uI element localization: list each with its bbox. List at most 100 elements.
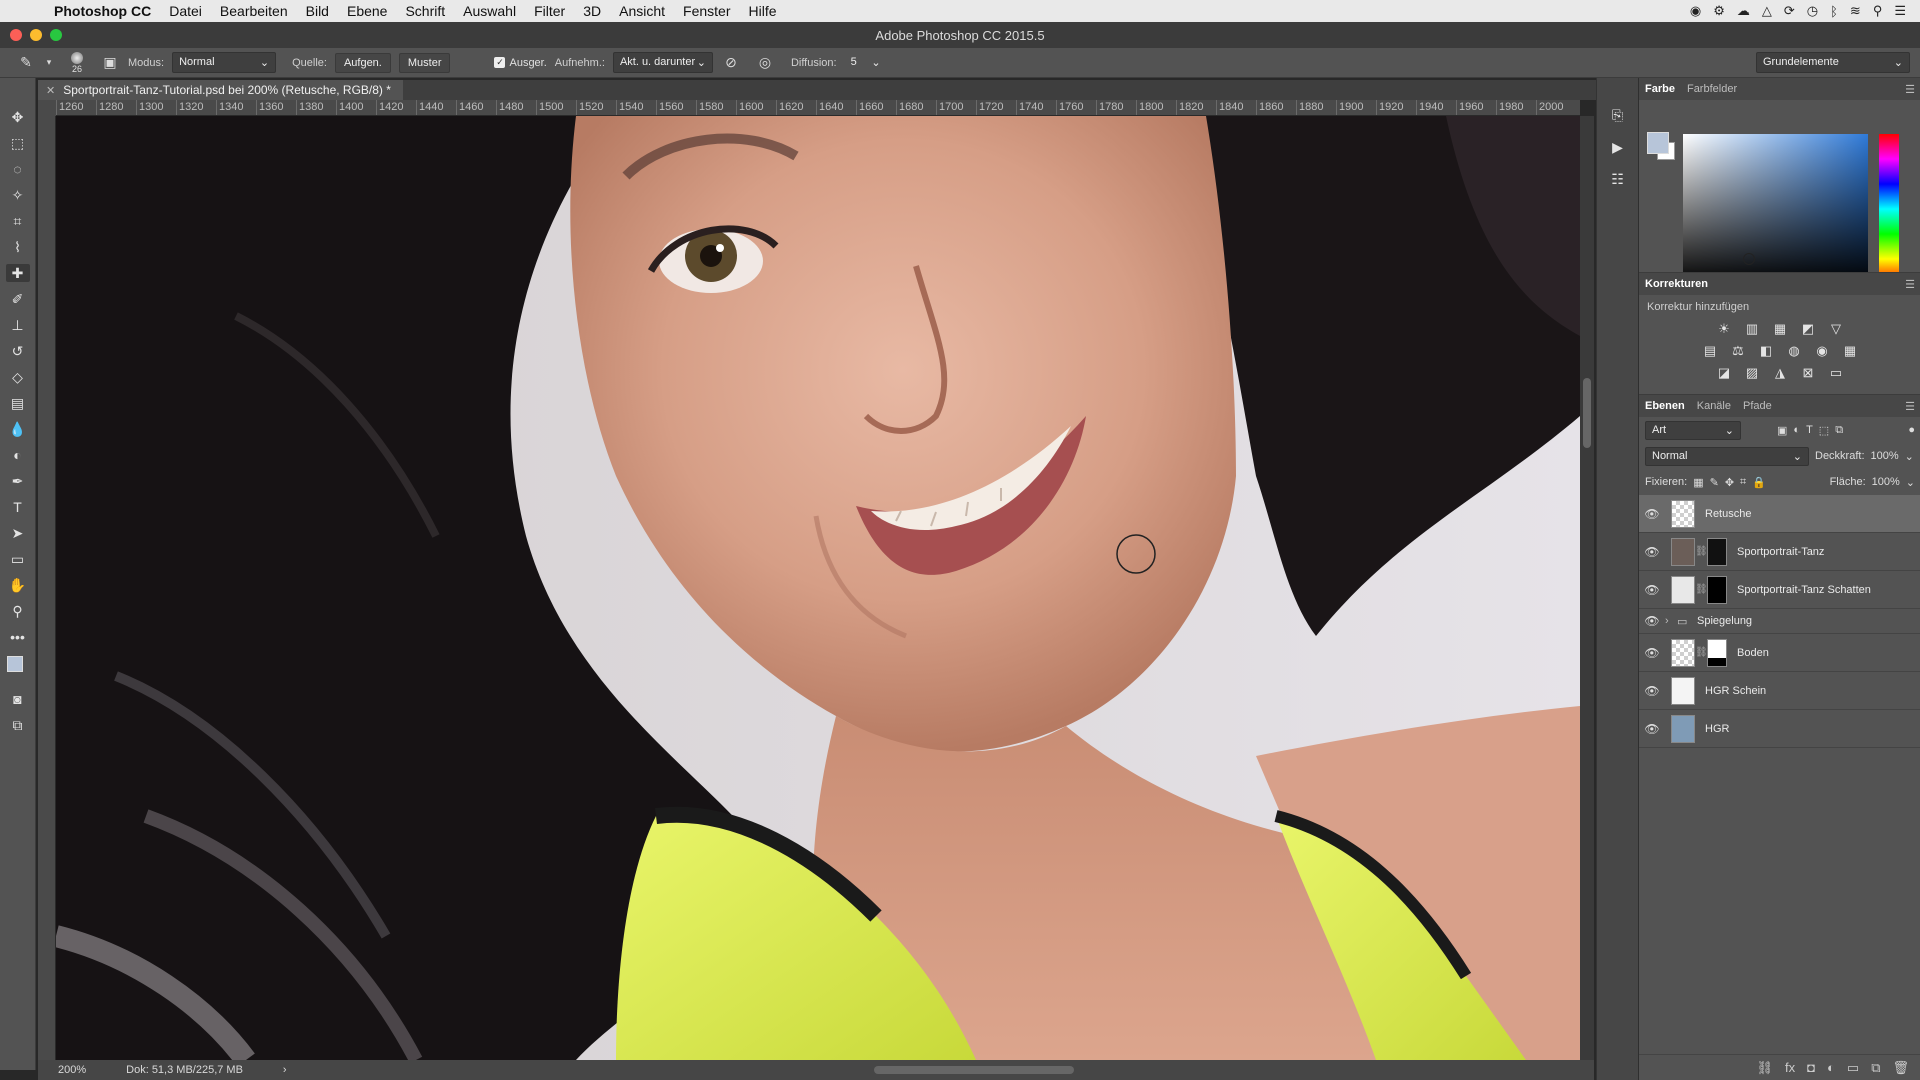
panel-menu-icon[interactable]: ☰ (1905, 278, 1915, 291)
menu-filter[interactable]: Filter (525, 3, 574, 19)
blur-tool-icon[interactable]: 💧 (6, 420, 30, 438)
modus-select[interactable]: Normal ⌄ (172, 52, 277, 73)
zoom-level[interactable]: 200% (58, 1064, 86, 1076)
healing-brush-tool-icon[interactable]: ✚ (5, 264, 30, 282)
brush-tool-icon[interactable]: ✐ (6, 290, 30, 308)
search-icon[interactable]: ⚲ (1873, 3, 1883, 19)
link-icon[interactable]: ⛓ (1695, 584, 1708, 595)
filter-shape-icon[interactable]: ⬚ (1819, 424, 1829, 437)
gradient-map-icon[interactable]: ▭ (1827, 365, 1845, 381)
layer-sportportrait-tanz-schatten[interactable]: 👁 ⛓ Sportportrait-Tanz Schatten (1639, 571, 1920, 609)
type-tool-icon[interactable]: T (6, 498, 30, 516)
ignore-adjustment-layers-icon[interactable]: ⊘ (721, 54, 741, 71)
menu-fenster[interactable]: Fenster (674, 3, 739, 19)
fill-value[interactable]: 100% (1872, 476, 1900, 488)
close-window-button[interactable] (10, 29, 22, 41)
filter-smartobject-icon[interactable]: ⧉ (1835, 424, 1843, 437)
pressure-size-icon[interactable]: ◎ (755, 54, 775, 71)
rectangle-tool-icon[interactable]: ▭ (6, 550, 30, 568)
hue-saturation-icon[interactable]: ▤ (1701, 343, 1719, 359)
lock-transparency-icon[interactable]: ▦ (1693, 476, 1703, 489)
visibility-eye-icon[interactable]: 👁 (1639, 722, 1665, 736)
wifi-icon[interactable]: ≋ (1850, 3, 1861, 19)
diffusion-select[interactable]: 5 ⌄ (845, 53, 887, 72)
layer-thumbnail[interactable] (1671, 499, 1695, 528)
layer-hgr[interactable]: 👁 HGR (1639, 710, 1920, 748)
tab-kanaele[interactable]: Kanäle (1697, 400, 1731, 412)
lock-position-icon[interactable]: ✥ (1725, 476, 1734, 489)
vibrance-icon[interactable]: ▽ (1827, 321, 1845, 337)
more-tools-icon[interactable]: ••• (6, 628, 30, 646)
marquee-tool-icon[interactable]: ⬚ (6, 134, 30, 152)
layer-thumbnail[interactable] (1671, 714, 1695, 743)
quick-mask-icon[interactable]: ◙ (6, 690, 30, 708)
opacity-value[interactable]: 100% (1871, 450, 1899, 462)
history-icon[interactable]: ⎘ (1606, 106, 1630, 124)
document-tab[interactable]: ✕ Sportportrait-Tanz-Tutorial.psd bei 20… (38, 80, 403, 100)
tab-ebenen[interactable]: Ebenen (1645, 400, 1685, 412)
chevron-down-icon[interactable]: ⌄ (1905, 450, 1914, 463)
workspace-select[interactable]: Grundelemente ⌄ (1756, 52, 1910, 73)
tab-farbfelder[interactable]: Farbfelder (1687, 83, 1737, 95)
document-canvas[interactable] (56, 116, 1580, 1060)
layer-style-fx-icon[interactable]: fx (1785, 1060, 1795, 1075)
layer-mask-thumbnail[interactable] (1707, 575, 1727, 604)
new-adjustment-layer-icon[interactable]: ◐ (1827, 1060, 1835, 1075)
foreground-color-swatch[interactable] (6, 656, 23, 672)
horizontal-ruler[interactable]: 1260 1280 1300 1320 1340 1360 1380 1400 1420 1440… (56, 100, 1580, 116)
visibility-eye-icon[interactable]: 👁 (1639, 545, 1665, 559)
time-machine-icon[interactable]: ◷ (1807, 3, 1818, 19)
photo-filter-icon[interactable]: ◍ (1785, 343, 1803, 359)
ruler-origin[interactable] (38, 100, 56, 116)
layer-boden[interactable]: 👁 ⛓ Boden (1639, 634, 1920, 672)
layer-filter-select[interactable]: Art ⌄ (1645, 420, 1741, 440)
menu-bearbeiten[interactable]: Bearbeiten (211, 3, 297, 19)
lock-pixels-icon[interactable]: ✎ (1710, 476, 1719, 489)
invert-icon[interactable]: ◪ (1715, 365, 1733, 381)
sync-icon[interactable]: ⟳ (1784, 3, 1795, 19)
posterize-icon[interactable]: ▨ (1743, 365, 1761, 381)
visibility-eye-icon[interactable]: 👁 (1639, 684, 1665, 698)
layer-thumbnail[interactable] (1671, 638, 1695, 667)
visibility-eye-icon[interactable]: 👁 (1639, 646, 1665, 660)
visibility-eye-icon[interactable]: 👁 (1639, 614, 1665, 628)
exposure-icon[interactable]: ◩ (1799, 321, 1817, 337)
pen-tool-icon[interactable]: ✒ (6, 472, 30, 490)
actions-play-icon[interactable]: ▶ (1606, 138, 1630, 156)
filter-adjustment-icon[interactable]: ◐ (1793, 424, 1800, 436)
color-balance-icon[interactable]: ⚖ (1729, 343, 1747, 359)
foreground-color-swatch[interactable] (1647, 132, 1669, 154)
minimize-window-button[interactable] (30, 29, 42, 41)
history-brush-tool-icon[interactable]: ↺ (6, 342, 30, 360)
black-white-icon[interactable]: ◧ (1757, 343, 1775, 359)
link-layers-icon[interactable]: ⛓ (1757, 1060, 1774, 1076)
layer-thumbnail[interactable] (1671, 676, 1695, 705)
menu-ansicht[interactable]: Ansicht (610, 3, 674, 19)
chevron-down-icon[interactable]: ▾ (44, 57, 54, 68)
zoom-tool-icon[interactable]: ⚲ (6, 602, 30, 620)
visibility-eye-icon[interactable]: 👁 (1639, 583, 1665, 597)
chevron-down-icon[interactable]: ⌄ (1906, 476, 1915, 489)
curves-icon[interactable]: ▦ (1771, 321, 1789, 337)
creative-cloud-icon[interactable]: ☁ (1737, 3, 1750, 19)
layer-thumbnail[interactable] (1671, 537, 1695, 566)
properties-icon[interactable]: ☷ (1606, 170, 1630, 188)
healing-brush-icon[interactable]: ✎ (16, 54, 36, 71)
color-picker-cursor[interactable] (1743, 253, 1755, 265)
panel-menu-icon[interactable]: ☰ (1905, 400, 1915, 413)
layer-retusche[interactable]: 👁 Retusche (1639, 495, 1920, 533)
tab-korrekturen[interactable]: Korrekturen (1645, 278, 1708, 290)
add-mask-icon[interactable]: ◘ (1807, 1060, 1815, 1075)
new-group-icon[interactable]: ▭ (1847, 1060, 1859, 1076)
layer-hgr-schein[interactable]: 👁 HGR Schein (1639, 672, 1920, 710)
chevron-right-icon[interactable]: › (1665, 615, 1677, 627)
menu-datei[interactable]: Datei (160, 3, 211, 19)
clone-stamp-tool-icon[interactable]: ⊥ (6, 316, 30, 334)
new-layer-icon[interactable]: ⧉ (1871, 1060, 1880, 1076)
chevron-right-icon[interactable]: › (283, 1064, 287, 1076)
quick-selection-tool-icon[interactable]: ✧ (6, 186, 30, 204)
delete-layer-icon[interactable]: 🗑 (1892, 1060, 1909, 1076)
muster-button[interactable]: Muster (398, 52, 451, 73)
bluetooth-icon[interactable]: ᛒ (1830, 4, 1838, 19)
crop-tool-icon[interactable]: ⌗ (6, 212, 30, 230)
